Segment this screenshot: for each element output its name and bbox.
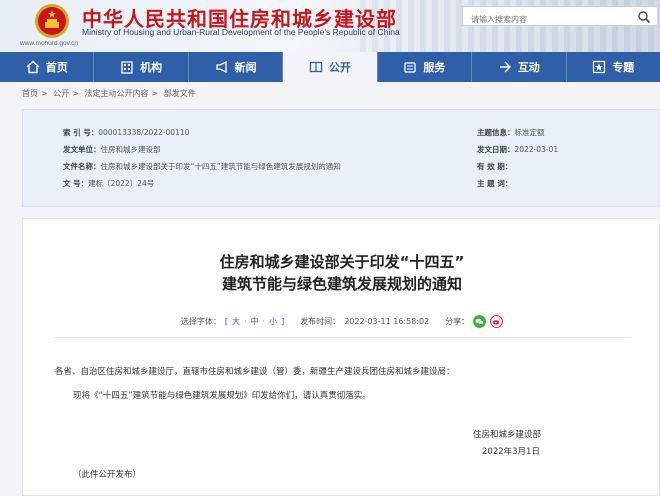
info-index-value: 000013338/2022-00110: [98, 128, 190, 137]
interact-icon: [499, 61, 511, 73]
site-header: 中华人民共和国住房和城乡建设部 Ministry of Housing and …: [0, 0, 660, 52]
breadcrumb-separator: >: [72, 89, 79, 98]
article-title-line2: 建筑节能与绿色建筑发展规划的通知: [221, 275, 462, 293]
home-icon: [26, 60, 40, 74]
breadcrumb: 首页 > 公开 > 法定主动公开内容 > 部发文件: [22, 88, 199, 99]
info-issuer-label: 发文单位：: [63, 145, 101, 154]
font-medium-link[interactable]: 中: [251, 316, 259, 327]
nav-item-news[interactable]: 新闻: [189, 52, 282, 82]
info-category-label: 主题信息：: [477, 128, 515, 137]
article-body: 住房和城乡建设部关于印发“十四五” 建筑节能与绿色建筑发展规划的通知 选择字体：…: [22, 218, 660, 496]
info-date-label: 发文日期：: [477, 145, 515, 154]
font-size-separator: ·: [243, 317, 247, 326]
info-docno-label: 文 号：: [63, 179, 89, 188]
info-category: 主题信息：标准定额: [477, 127, 545, 138]
search-box: [462, 6, 658, 29]
font-small-link[interactable]: 小: [269, 316, 277, 327]
font-large-link[interactable]: 大: [232, 316, 240, 327]
font-size-bracket-close: ]: [281, 317, 285, 326]
service-icon: [404, 62, 417, 73]
search-input[interactable]: [463, 10, 633, 29]
info-issuer-value: 住房和城乡建设部: [100, 145, 161, 154]
breadcrumb-statutory-content[interactable]: 法定主动公开内容: [85, 89, 149, 98]
article-meta: 选择字体： [ 大 · 中 · 小 ] 发布时间： 2022-03-11 16:…: [23, 315, 660, 328]
weibo-share-icon[interactable]: [490, 315, 504, 328]
nav-label: 首页: [45, 61, 68, 74]
info-docno: 文 号：建标〔2022〕24号: [63, 178, 154, 189]
info-category-value: 标准定额: [514, 128, 545, 137]
info-validity: 有 效 期：: [477, 161, 512, 172]
info-date-value: 2022-03-01: [514, 145, 559, 154]
document-info-panel: 索 引 号：000013338/2022-00110 发文单位：住房和城乡建设部…: [22, 109, 660, 207]
breadcrumb-separator: >: [151, 89, 159, 98]
breadcrumb-separator: >: [41, 89, 48, 98]
meta-divider: [53, 337, 631, 338]
info-docname: 文件名称：住房和城乡建设部关于印发“十四五”建筑节能与绿色建筑发展规划的通知: [63, 161, 341, 172]
main-nav: 首页 机构 新闻 公开 服务 互动 专题: [0, 52, 660, 82]
nav-item-interact[interactable]: 互动: [472, 52, 565, 82]
share-label: 分享：: [445, 317, 470, 326]
article-signature: 住房和城乡建设部: [473, 430, 542, 440]
info-index-label: 索 引 号：: [63, 128, 99, 137]
info-docno-value: 建标〔2022〕24号: [88, 179, 155, 188]
breadcrumb-ministry-documents[interactable]: 部发文件: [164, 89, 196, 98]
publish-time-value: 2022-03-11 16:58:02: [344, 317, 430, 326]
nav-label: 新闻: [234, 61, 257, 74]
nav-item-home[interactable]: 首页: [0, 52, 93, 82]
info-keywords: 主 题 词：: [477, 178, 512, 189]
open-book-icon: [309, 61, 323, 73]
info-validity-label: 有 效 期：: [477, 162, 513, 171]
nav-label: 专题: [612, 61, 635, 74]
nav-label: 互动: [517, 61, 540, 74]
breadcrumb-public[interactable]: 公开: [53, 89, 69, 98]
nav-item-organization[interactable]: 机构: [94, 52, 187, 82]
info-index: 索 引 号：000013338/2022-00110: [63, 127, 189, 138]
nav-item-public[interactable]: 公开: [283, 52, 377, 82]
site-subtitle: Ministry of Housing and Urban-Rural Deve…: [82, 27, 400, 37]
font-size-bracket-open: [: [224, 317, 228, 326]
nav-label: 公开: [328, 61, 351, 74]
nav-item-service[interactable]: 服务: [378, 52, 471, 82]
font-size-separator: ·: [262, 317, 266, 326]
star-icon: [593, 60, 606, 74]
nav-item-topics[interactable]: 专题: [567, 52, 660, 82]
nav-label: 机构: [140, 61, 163, 74]
info-date: 发文日期：2022-03-01: [477, 144, 558, 155]
publish-time-label: 发布时间：: [300, 317, 341, 326]
font-size-label: 选择字体：: [180, 317, 221, 326]
search-icon[interactable]: [637, 10, 651, 24]
national-emblem-icon[interactable]: [34, 3, 70, 39]
site-url: www.mohurd.gov.cn: [20, 40, 79, 47]
info-issuer: 发文单位：住房和城乡建设部: [63, 144, 161, 155]
info-docname-value: 住房和城乡建设部关于印发“十四五”建筑节能与绿色建筑发展规划的通知: [100, 162, 341, 171]
megaphone-icon: [215, 60, 227, 74]
wechat-share-icon[interactable]: [473, 315, 487, 328]
info-docname-label: 文件名称：: [63, 162, 101, 171]
article-sign-date: 2022年3月1日: [482, 447, 540, 457]
building-icon: [121, 61, 133, 74]
article-title-line1: 住房和城乡建设部关于印发“十四五”: [219, 253, 465, 271]
info-keywords-label: 主 题 词：: [477, 179, 513, 188]
article-public-note: （此件公开发布）: [73, 470, 142, 480]
article-salutation: 各省、自治区住房和城乡建设厅，直辖市住房和城乡建设（管）委，新疆生产建设兵团住房…: [55, 367, 455, 377]
nav-label: 服务: [423, 61, 446, 74]
breadcrumb-home[interactable]: 首页: [22, 89, 38, 98]
article-paragraph: 现将《“十四五”建筑节能与绿色建筑发展规划》印发给你们，请认真贯彻落实。: [73, 391, 371, 401]
